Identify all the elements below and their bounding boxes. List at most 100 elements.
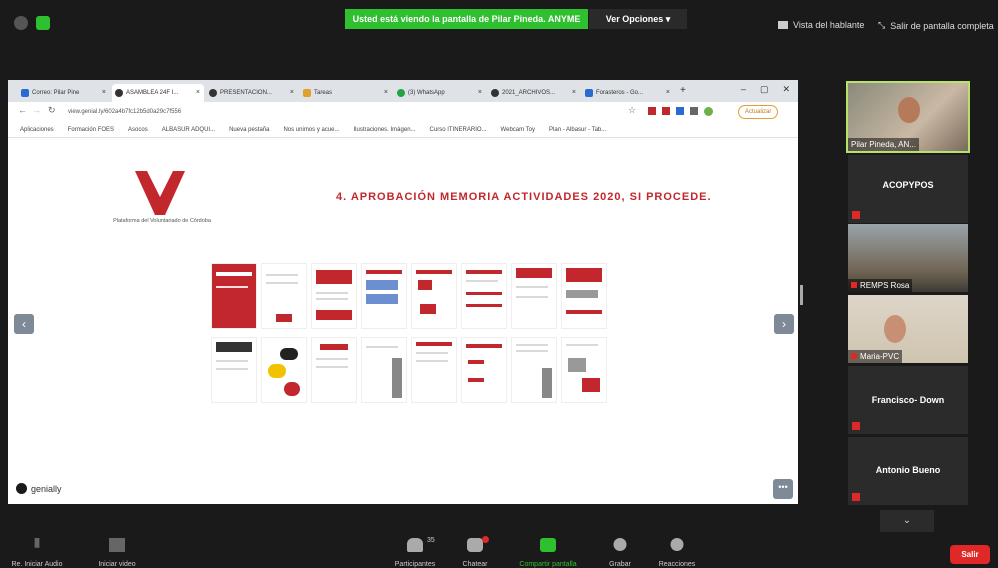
participants-icon bbox=[407, 538, 423, 552]
tab-label: PRESENTACION... bbox=[220, 90, 272, 96]
more-options-button[interactable]: ••• bbox=[773, 479, 793, 499]
maximize-icon[interactable]: ▢ bbox=[760, 84, 769, 95]
github-icon bbox=[491, 89, 499, 97]
update-browser-button[interactable]: Actualizar bbox=[738, 105, 779, 119]
close-window-icon[interactable]: ✕ bbox=[782, 84, 790, 95]
share-label: Compartir pantalla bbox=[519, 561, 577, 568]
memory-thumbnail[interactable] bbox=[261, 337, 307, 403]
chat-notification-badge bbox=[482, 536, 489, 543]
exit-fullscreen-icon: ⤡ bbox=[878, 20, 886, 30]
chevron-down-icon[interactable]: ⌄ bbox=[880, 510, 934, 532]
bookmark-item[interactable]: Nos unimos y acue... bbox=[283, 127, 339, 133]
extension-icon[interactable] bbox=[662, 107, 670, 115]
url-field[interactable]: view.genial.ly/602a4b7fc12b5d0a29c7f556 bbox=[68, 106, 628, 119]
tab-label: (3) WhatsApp bbox=[408, 90, 445, 96]
close-tab-icon[interactable]: × bbox=[290, 84, 294, 102]
memory-thumbnail[interactable] bbox=[211, 337, 257, 403]
tab-label: ASAMBLEA 24F I... bbox=[126, 90, 179, 96]
forward-icon[interactable]: → bbox=[32, 105, 41, 115]
reactions-icon bbox=[670, 538, 684, 551]
speaker-view-label: Vista del hablante bbox=[793, 20, 865, 30]
muted-mic-icon bbox=[851, 282, 857, 288]
close-tab-icon[interactable]: × bbox=[666, 84, 670, 102]
participant-tile-active-speaker[interactable]: Pilar Pineda, AN... bbox=[846, 81, 970, 153]
shared-screen: Correo: Pilar Pine × ASAMBLEA 24F I... × P… bbox=[8, 80, 798, 504]
memory-thumbnail[interactable] bbox=[311, 337, 357, 403]
participant-tile[interactable]: REMPS Rosa bbox=[848, 224, 968, 292]
reactions-button[interactable]: Reacciones bbox=[642, 534, 712, 568]
memory-thumbnail[interactable] bbox=[211, 263, 257, 329]
info-icon[interactable] bbox=[14, 16, 28, 30]
leave-meeting-button[interactable]: Salir bbox=[950, 545, 990, 564]
extension-icons[interactable] bbox=[648, 107, 713, 116]
close-tab-icon[interactable]: × bbox=[196, 84, 200, 102]
bookmark-item[interactable]: Asocos bbox=[128, 127, 148, 133]
participant-tile[interactable]: Maria-PVC bbox=[848, 295, 968, 363]
browser-tab[interactable]: Correo: Pilar Pine × bbox=[18, 84, 110, 102]
memory-thumbnail[interactable] bbox=[361, 263, 407, 329]
muted-mic-icon bbox=[852, 211, 860, 219]
extension-icon[interactable] bbox=[648, 107, 656, 115]
browser-tab[interactable]: Tareas × bbox=[300, 84, 392, 102]
extensions-puzzle-icon[interactable] bbox=[690, 107, 698, 115]
previous-slide-button[interactable]: ‹ bbox=[14, 314, 34, 334]
memory-thumbnail[interactable] bbox=[361, 337, 407, 403]
bookmark-item[interactable]: Nueva pestaña bbox=[229, 127, 269, 133]
reload-icon[interactable]: ↻ bbox=[48, 105, 56, 116]
bookmark-star-icon[interactable]: ☆ bbox=[628, 105, 636, 116]
meeting-toolbar: Re. Iniciar Audio Iniciar video 35 Parti… bbox=[0, 534, 998, 568]
browser-tab[interactable]: (3) WhatsApp × bbox=[394, 84, 486, 102]
memory-thumbnail[interactable] bbox=[261, 263, 307, 329]
video-button[interactable]: Iniciar video bbox=[82, 534, 152, 568]
genially-icon bbox=[115, 89, 123, 97]
close-tab-icon[interactable]: × bbox=[478, 84, 482, 102]
bookmark-item[interactable]: Plan - Albasur - Tab... bbox=[549, 127, 606, 133]
close-tab-icon[interactable]: × bbox=[572, 84, 576, 102]
bookmark-item[interactable]: Curso ITINERARIO... bbox=[430, 127, 487, 133]
view-options-label: Ver Opciones bbox=[605, 14, 664, 24]
audio-button[interactable]: Re. Iniciar Audio bbox=[2, 534, 72, 568]
chat-button[interactable]: Chatear bbox=[440, 534, 510, 568]
memory-thumbnail[interactable] bbox=[511, 263, 557, 329]
participant-tile[interactable]: Antonio Bueno bbox=[848, 437, 968, 505]
exit-fullscreen-button[interactable]: ⤡ Salir de pantalla completa bbox=[878, 20, 994, 31]
profile-avatar[interactable] bbox=[704, 107, 713, 116]
browser-tab[interactable]: 2021_ARCHIVOS... × bbox=[488, 84, 580, 102]
tasks-icon bbox=[303, 89, 311, 97]
tab-label: 2021_ARCHIVOS... bbox=[502, 90, 556, 96]
memory-thumbnail[interactable] bbox=[461, 263, 507, 329]
view-options-button[interactable]: Ver Opciones ▾ bbox=[589, 9, 687, 29]
video-off-icon bbox=[109, 538, 125, 552]
memory-thumbnail[interactable] bbox=[561, 263, 607, 329]
close-tab-icon[interactable]: × bbox=[102, 84, 106, 102]
browser-tab-active[interactable]: ASAMBLEA 24F I... × bbox=[112, 84, 204, 102]
browser-tab[interactable]: PRESENTACION... × bbox=[206, 84, 298, 102]
extension-icon[interactable] bbox=[676, 107, 684, 115]
memory-thumbnail[interactable] bbox=[311, 263, 357, 329]
new-tab-icon[interactable]: + bbox=[680, 85, 686, 96]
memory-thumbnail[interactable] bbox=[411, 337, 457, 403]
memory-thumbnail[interactable] bbox=[511, 337, 557, 403]
participant-tile[interactable]: Francisco- Down bbox=[848, 366, 968, 434]
next-slide-button[interactable]: › bbox=[774, 314, 794, 334]
bookmark-item[interactable]: Formación FOES bbox=[68, 127, 114, 133]
memory-thumbnail[interactable] bbox=[461, 337, 507, 403]
resize-handle[interactable] bbox=[800, 285, 803, 305]
memory-thumbnail[interactable] bbox=[561, 337, 607, 403]
bookmark-item[interactable]: Aplicaciones bbox=[20, 127, 54, 133]
security-shield-icon[interactable] bbox=[36, 16, 50, 30]
speaker-view-button[interactable]: Vista del hablante bbox=[778, 20, 864, 30]
genially-brand: genially bbox=[16, 483, 62, 494]
participant-tile[interactable]: ACOPYPOS bbox=[848, 155, 968, 223]
minimize-icon[interactable]: – bbox=[741, 84, 746, 95]
browser-tab[interactable]: Forasteros - Go... × bbox=[582, 84, 674, 102]
back-icon[interactable]: ← bbox=[18, 105, 27, 115]
tab-label: Tareas bbox=[314, 90, 333, 96]
bookmark-item[interactable]: ALBASUR ADQUI... bbox=[162, 127, 215, 133]
memory-thumbnail[interactable] bbox=[411, 263, 457, 329]
bookmark-item[interactable]: Webcam Toy bbox=[501, 127, 535, 133]
share-screen-button[interactable]: Compartir pantalla bbox=[513, 534, 583, 568]
close-tab-icon[interactable]: × bbox=[384, 84, 388, 102]
exit-fullscreen-label: Salir de pantalla completa bbox=[890, 20, 994, 31]
bookmark-item[interactable]: Ilustraciones. Imágen... bbox=[354, 127, 416, 133]
